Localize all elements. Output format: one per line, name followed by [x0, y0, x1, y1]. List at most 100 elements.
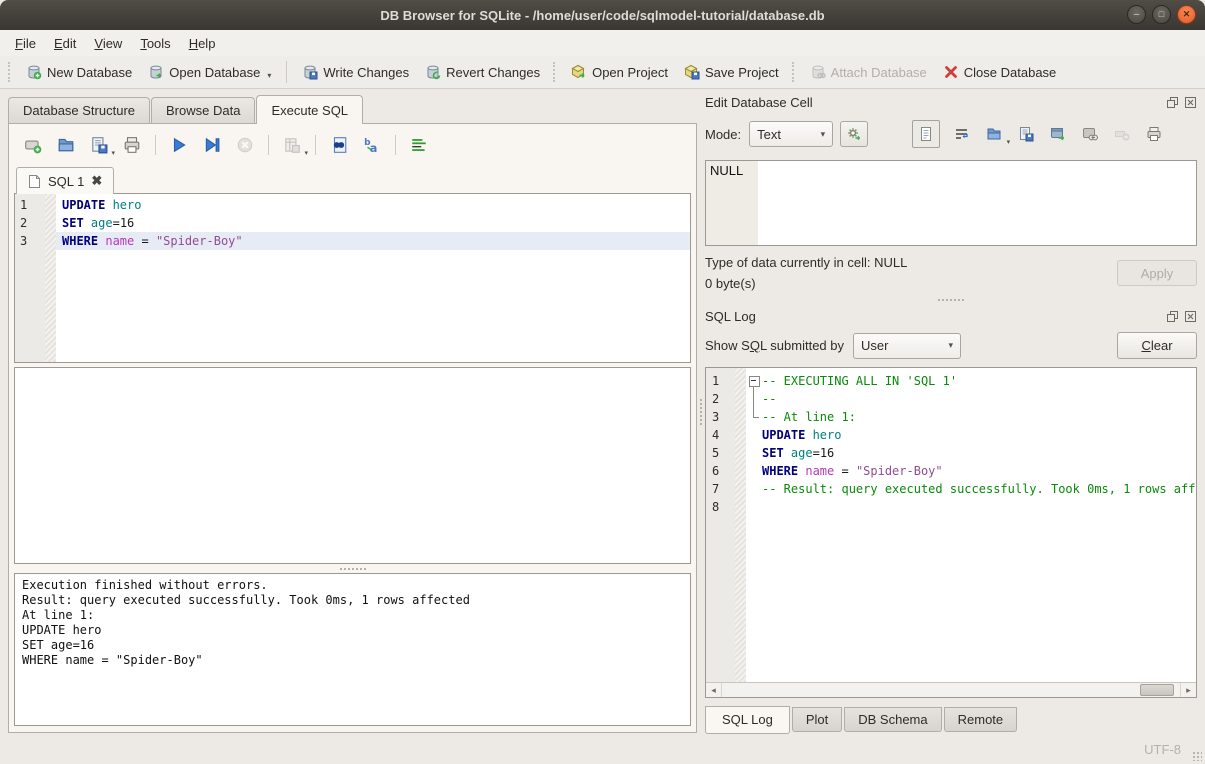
format-sql-button[interactable]: [409, 135, 429, 155]
sql-file-tab-bar: SQL 1 ✖: [14, 163, 691, 193]
menu-tools[interactable]: Tools: [131, 32, 179, 55]
sql-editor[interactable]: 1 2 3 UPDATE hero SET age=16 WHERE name …: [14, 193, 691, 363]
word-wrap-button[interactable]: [952, 124, 972, 144]
horizontal-scrollbar[interactable]: ◂ ▸: [706, 682, 1196, 697]
stop-execution-button[interactable]: [235, 135, 255, 155]
menu-help[interactable]: Help: [180, 32, 225, 55]
pane-splitter[interactable]: [14, 564, 691, 573]
auto-apply-button[interactable]: [840, 121, 868, 147]
dropdown-caret-icon: ▾: [1007, 138, 1011, 146]
dock-tab-plot[interactable]: Plot: [792, 707, 842, 732]
cell-value: NULL: [710, 163, 743, 178]
new-tab-button[interactable]: [23, 135, 43, 155]
maximize-button[interactable]: [1152, 5, 1171, 24]
open-project-button[interactable]: Open Project: [563, 60, 676, 84]
toolbar-separator: [155, 135, 156, 155]
write-changes-button[interactable]: Write Changes: [294, 60, 417, 84]
float-dock-button[interactable]: [1165, 309, 1179, 323]
float-dock-button[interactable]: [1165, 95, 1179, 109]
close-window-button[interactable]: [1177, 5, 1196, 24]
close-tab-icon[interactable]: ✖: [91, 173, 102, 189]
sql-log-title: SQL Log: [705, 309, 756, 324]
toolbar-drag-handle[interactable]: [8, 62, 13, 82]
scrollbar-track[interactable]: [722, 683, 1180, 697]
dock-tab-remote[interactable]: Remote: [944, 707, 1018, 732]
open-sql-file-button[interactable]: [56, 135, 76, 155]
app-window: DB Browser for SQLite - /home/user/code/…: [0, 0, 1205, 764]
dock-tab-bar: SQL Log Plot DB Schema Remote: [705, 706, 1197, 735]
menu-file[interactable]: File: [6, 32, 45, 55]
fold-collapse-icon[interactable]: [746, 372, 762, 390]
database-new-icon: [26, 64, 42, 80]
menu-edit[interactable]: Edit: [45, 32, 85, 55]
database-write-icon: [302, 64, 318, 80]
close-dock-button[interactable]: [1183, 95, 1197, 109]
encoding-indicator[interactable]: UTF-8: [1144, 742, 1181, 757]
results-pane[interactable]: [14, 367, 691, 564]
fold-guide: [746, 390, 762, 408]
editor-margin: [45, 194, 56, 362]
sql-log-dock-header: SQL Log: [705, 306, 1197, 326]
close-database-button[interactable]: Close Database: [935, 60, 1065, 84]
attach-database-button[interactable]: Attach Database: [802, 60, 935, 84]
dropdown-caret-icon: ▾: [304, 149, 308, 157]
tab-browse-data[interactable]: Browse Data: [151, 97, 255, 123]
open-database-button[interactable]: Open Database ▾: [140, 60, 279, 84]
toolbar-drag-handle[interactable]: [792, 62, 797, 82]
copy-link-icon: [1082, 126, 1098, 142]
filter-label: Show SQL submitted by: [705, 338, 844, 353]
open-in-app-button[interactable]: [1048, 124, 1068, 144]
save-sql-file-button[interactable]: ▾: [89, 135, 109, 155]
scrollbar-thumb[interactable]: [1140, 684, 1174, 696]
mode-select[interactable]: Text: [749, 121, 833, 147]
scroll-right-arrow-icon[interactable]: ▸: [1180, 683, 1196, 697]
tab-database-structure[interactable]: Database Structure: [8, 97, 150, 123]
set-null-button[interactable]: [1112, 124, 1132, 144]
submitter-select[interactable]: User: [853, 333, 961, 359]
sql-file-tab[interactable]: SQL 1 ✖: [16, 167, 114, 194]
export-data-button[interactable]: [1016, 124, 1036, 144]
database-revert-icon: [425, 64, 441, 80]
dock-splitter[interactable]: [705, 294, 1197, 306]
dock-tab-sql-log[interactable]: SQL Log: [705, 706, 790, 734]
toolbar-drag-handle[interactable]: [553, 62, 558, 82]
execution-message-pane[interactable]: Execution finished without errors.Result…: [14, 573, 691, 726]
apply-button[interactable]: Apply: [1117, 260, 1197, 286]
database-close-icon: [943, 64, 959, 80]
print-sql-button[interactable]: [122, 135, 142, 155]
execute-all-icon: [170, 136, 188, 154]
text-mode-button[interactable]: [912, 120, 940, 148]
database-open-icon: [148, 64, 164, 80]
minimize-button[interactable]: [1127, 5, 1146, 24]
autocomplete-icon: ba: [363, 136, 381, 154]
tab-execute-sql[interactable]: Execute SQL: [256, 95, 363, 124]
execute-line-icon: [203, 136, 221, 154]
dock-tab-db-schema[interactable]: DB Schema: [844, 707, 941, 732]
execute-all-button[interactable]: [169, 135, 189, 155]
import-data-button[interactable]: ▾: [984, 124, 1004, 144]
cell-value-editor[interactable]: NULL: [705, 160, 1197, 246]
autocomplete-button[interactable]: ba: [362, 135, 382, 155]
sql-log-viewer[interactable]: 12345678 -- EXECUTING ALL IN 'SQL 1' -- …: [705, 367, 1197, 698]
print-cell-button[interactable]: [1144, 124, 1164, 144]
new-database-button[interactable]: New Database: [18, 60, 140, 84]
clear-log-button[interactable]: Clear: [1117, 332, 1197, 359]
execute-line-button[interactable]: [202, 135, 222, 155]
resize-grip-icon[interactable]: [1192, 751, 1202, 761]
revert-changes-button[interactable]: Revert Changes: [417, 60, 548, 84]
menu-view[interactable]: View: [85, 32, 131, 55]
save-results-button[interactable]: ▾: [282, 135, 302, 155]
find-button[interactable]: [329, 135, 349, 155]
log-line: UPDATE hero: [746, 426, 1196, 444]
copy-link-button[interactable]: [1080, 124, 1100, 144]
float-icon: [1167, 311, 1178, 322]
save-project-button[interactable]: Save Project: [676, 60, 787, 84]
save-results-icon: [283, 136, 301, 154]
splitter-handle-icon: [938, 299, 964, 301]
main-splitter[interactable]: [697, 89, 705, 735]
line-number-gutter: 1 2 3: [15, 194, 45, 362]
scroll-left-arrow-icon[interactable]: ◂: [706, 683, 722, 697]
window-controls: [1127, 5, 1196, 24]
close-dock-button[interactable]: [1183, 309, 1197, 323]
toolbar-separator: [315, 135, 316, 155]
